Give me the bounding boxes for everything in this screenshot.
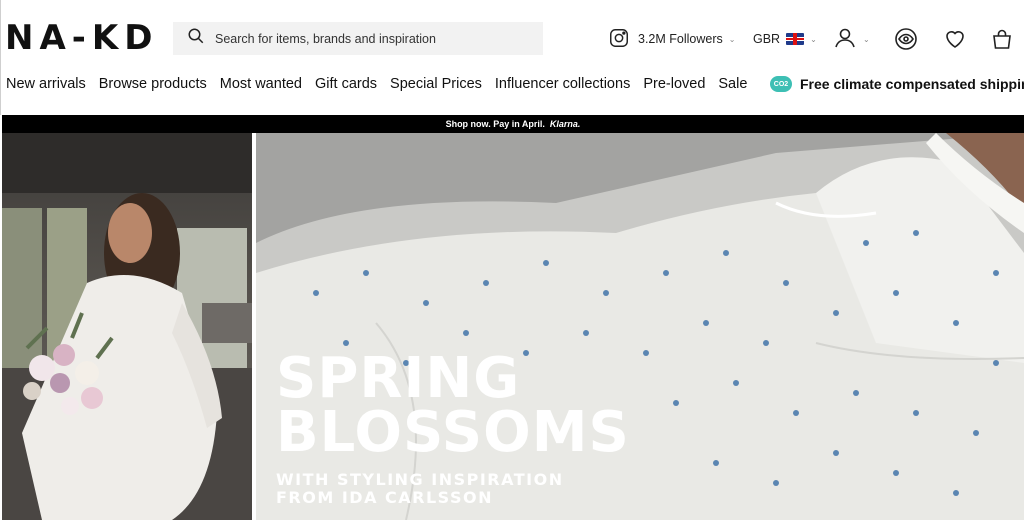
nav-item-pre-loved[interactable]: Pre-loved: [643, 76, 705, 92]
site-header: NA-KD Search for items, brands and inspi…: [0, 0, 1024, 115]
co2-cloud-icon: CO2: [770, 76, 792, 92]
search-icon[interactable]: [187, 27, 205, 50]
nav-item-influencer-collections[interactable]: Influencer collections: [495, 76, 630, 92]
followers-count: 3.2M Followers: [638, 32, 723, 46]
promo-banner[interactable]: Shop now. Pay in April. Klarna.: [2, 115, 1024, 133]
heart-icon[interactable]: [942, 26, 968, 52]
promo-text: Shop now. Pay in April.: [445, 119, 545, 129]
nav-item-most-wanted[interactable]: Most wanted: [220, 76, 302, 92]
nav-item-special-prices[interactable]: Special Prices: [390, 76, 482, 92]
uk-flag-icon: [786, 33, 805, 45]
brand-logo[interactable]: NA-KD: [5, 18, 158, 58]
klarna-logo: Klarna.: [549, 119, 581, 129]
hero-subtitle-line: FROM IDA CARLSSON: [276, 488, 493, 507]
instagram-icon: [608, 27, 638, 52]
nav-item-sale[interactable]: Sale: [718, 76, 747, 92]
country-code: GBR: [753, 32, 781, 46]
chevron-down-icon: ⌄: [728, 34, 736, 44]
hero-title-line: BLOSSOMS: [276, 400, 630, 465]
climate-shipping-text: Free climate compensated shipping: [800, 76, 1024, 92]
chevron-down-icon: ⌄: [810, 34, 817, 44]
hero-image-left[interactable]: [2, 133, 252, 520]
hero-title-line: SPRING: [276, 346, 521, 411]
account-icon: [833, 26, 857, 53]
hero-subtitle: WITH STYLING INSPIRATION FROM IDA CARLSS…: [276, 471, 564, 507]
climate-shipping-banner[interactable]: CO2 Free climate compensated shipping: [770, 76, 1024, 92]
search-bar[interactable]: Search for items, brands and inspiration: [173, 22, 543, 55]
nav-item-new-arrivals[interactable]: New arrivals: [6, 76, 86, 92]
instagram-followers[interactable]: 3.2M Followers ⌄: [608, 24, 735, 54]
bag-icon[interactable]: [989, 26, 1015, 52]
chevron-down-icon: ⌄: [863, 34, 870, 44]
main-nav: New arrivals Browse products Most wanted…: [6, 76, 760, 92]
woman-with-flowers-photo: [2, 133, 252, 520]
nav-item-browse-products[interactable]: Browse products: [99, 76, 207, 92]
country-selector[interactable]: GBR ⌄: [753, 24, 817, 54]
nav-item-gift-cards[interactable]: Gift cards: [315, 76, 377, 92]
account-menu[interactable]: ⌄: [833, 24, 870, 54]
hero-title[interactable]: SPRING BLOSSOMS: [276, 346, 630, 465]
search-input[interactable]: Search for items, brands and inspiration: [215, 32, 436, 46]
eye-icon[interactable]: [893, 26, 919, 52]
hero-subtitle-line: WITH STYLING INSPIRATION: [276, 470, 564, 489]
